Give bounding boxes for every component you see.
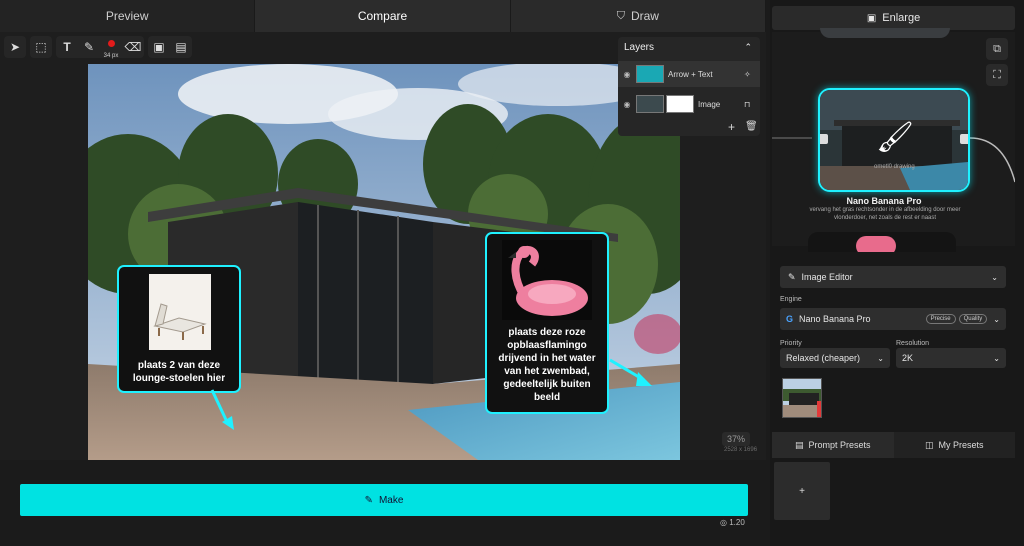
google-icon: G [786, 314, 794, 324]
layer-mask-thumbnail [666, 95, 694, 113]
chevron-down-icon: ⌄ [993, 353, 1000, 363]
callout-lounge-chairs[interactable]: plaats 2 van deze lounge-stoelen hier [117, 265, 241, 393]
add-preset-label: + [799, 485, 805, 497]
flamingo-icon [508, 245, 588, 316]
resolution-select[interactable]: 2K ⌄ [896, 348, 1006, 368]
tab-preview-label: Preview [105, 9, 149, 23]
callout-text-right: plaats deze roze opblaasflamingo drijven… [498, 327, 596, 403]
image-editor-icon: ✎ [788, 271, 796, 282]
chevron-up-icon[interactable]: ⌃ [744, 42, 752, 53]
tab-my-presets[interactable]: ◫ My Presets [893, 432, 1015, 458]
reference-image [783, 379, 821, 417]
edit-image-icon: ✎ [364, 494, 373, 506]
trash-icon[interactable]: 🗑 [745, 121, 758, 132]
arrow-left-icon [210, 389, 234, 430]
node-below-thumbnail [856, 236, 896, 252]
image-compare-icon[interactable]: ⧉ [986, 38, 1008, 60]
crop-select-icon[interactable]: ⬚ [30, 36, 52, 58]
brush-size-label: 34 px [103, 53, 119, 59]
image-save-icon[interactable]: ▤ [170, 36, 192, 58]
resolution-value: 2K [902, 353, 914, 363]
tab-prompt-presets-label: Prompt Presets [808, 440, 871, 450]
node-in-port[interactable] [820, 134, 828, 144]
select-tool-icon[interactable]: ➤ [4, 36, 26, 58]
bucket-icon: ⛉ [616, 9, 625, 22]
pin-icon[interactable]: ✧ [744, 70, 760, 79]
red-dot-icon [107, 40, 115, 47]
lounge-chair-icon [153, 303, 207, 340]
image-add-icon[interactable]: ▣ [148, 36, 170, 58]
fit-view-icon[interactable]: ⛶ [986, 64, 1008, 86]
layer-thumbnail [636, 65, 664, 83]
eraser-icon[interactable]: ⌫ [122, 36, 144, 58]
chevron-down-icon: ⌄ [993, 314, 1000, 324]
enlarge-icon: ▣ [866, 12, 877, 24]
view-tabs: Preview Compare ⛉ Draw [0, 0, 766, 32]
node-overlay-text: ometl0 drawing [874, 164, 915, 170]
image-dimensions: 2528 x 1696 [724, 447, 758, 453]
add-layer-icon[interactable]: + [728, 120, 735, 134]
make-button-label: Make [378, 494, 404, 506]
lock-icon[interactable]: ⊓ [744, 100, 760, 109]
badge-quality: Quality [958, 314, 988, 324]
tab-compare-label: Compare [357, 9, 408, 23]
zoom-level: 37% [722, 432, 751, 446]
brush-color-button[interactable]: 34 px [100, 36, 122, 59]
tab-prompt-presets[interactable]: ▤ Prompt Presets [772, 432, 894, 458]
tab-my-presets-label: My Presets [938, 440, 984, 450]
reference-image-thumbnail[interactable] [782, 378, 822, 418]
node-out-port[interactable] [960, 134, 968, 144]
chevron-down-icon: ⌄ [877, 353, 884, 363]
lounge-chair-image [149, 274, 211, 350]
flamingo-image [502, 240, 592, 320]
coin-icon: ◎ [720, 518, 727, 527]
callout-flamingo[interactable]: plaats deze roze opblaasflamingo drijven… [485, 232, 609, 414]
pen-tool-icon[interactable]: ✎ [78, 36, 100, 58]
enlarge-label: Enlarge [882, 12, 921, 24]
engine-select[interactable]: G Nano Banana Pro Precise Quality ⌄ [780, 308, 1006, 330]
tool-select-value: Image Editor [801, 271, 853, 282]
credits-counter: ◎ 1.20 [720, 518, 745, 527]
tab-preview[interactable]: Preview [0, 0, 256, 32]
eye-icon[interactable]: ◉ [618, 70, 636, 79]
arrow-right-icon [609, 358, 652, 386]
enlarge-tab[interactable]: ▣ Enlarge [772, 6, 1015, 30]
clipboard-icon: ▤ [794, 439, 804, 450]
layer-row-arrow-text[interactable]: ◉ Arrow + Text ✧ [618, 61, 760, 87]
layers-panel: Layers ⌃ ◉ Arrow + Text ✧ ◉ Image ⊓ + 🗑 [618, 37, 760, 136]
credits-value: 1.20 [729, 518, 745, 527]
engine-label: Engine [780, 296, 802, 303]
node-description: vervang het gras rechtsonder in de afbee… [809, 207, 961, 221]
badge-precise: Precise [925, 314, 956, 324]
chevron-down-icon: ⌄ [991, 272, 998, 282]
callout-text-left: plaats 2 van deze lounge-stoelen hier [132, 360, 226, 384]
layer-name: Image [698, 99, 721, 109]
tab-draw[interactable]: ⛉ Draw [510, 0, 766, 32]
eye-icon[interactable]: ◉ [618, 100, 636, 109]
tool-select[interactable]: ✎ Image Editor ⌄ [780, 266, 1006, 288]
nano-banana-node[interactable]: 🖌 ometl0 drawing [818, 88, 970, 192]
layer-name: Arrow + Text [668, 69, 713, 79]
tab-draw-label: Draw [630, 9, 659, 23]
preset-tabs: ▤ Prompt Presets ◫ My Presets [772, 432, 1015, 458]
priority-label: Priority [780, 340, 802, 347]
user-icon: ◫ [924, 439, 934, 450]
engine-value: Nano Banana Pro [799, 314, 871, 324]
tab-compare[interactable]: Compare [255, 0, 511, 32]
layer-thumbnail [636, 95, 664, 113]
priority-value: Relaxed (cheaper) [786, 353, 861, 363]
node-title: Nano Banana Pro [846, 196, 922, 206]
paintbrush-icon: 🖌 [876, 121, 915, 154]
layer-row-image[interactable]: ◉ Image ⊓ [618, 91, 760, 117]
layers-title: Layers [624, 41, 655, 53]
add-preset-button[interactable]: + [774, 462, 830, 520]
make-button[interactable]: ✎ Make [20, 484, 748, 516]
draw-toolbar: ➤ ⬚ T ✎ 34 px ⌫ ▣ ▤ [4, 36, 192, 59]
node-below[interactable] [808, 232, 956, 252]
text-tool-icon[interactable]: T [56, 36, 78, 58]
resolution-label: Resolution [896, 340, 930, 347]
priority-select[interactable]: Relaxed (cheaper) ⌄ [780, 348, 890, 368]
